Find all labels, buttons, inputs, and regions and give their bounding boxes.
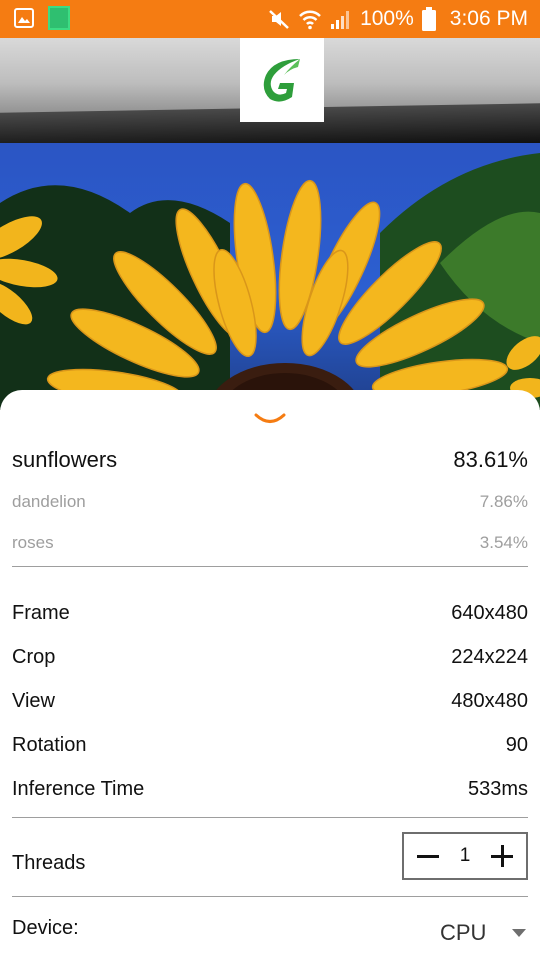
result-row-3: roses 3.54%	[12, 531, 528, 555]
result-row-2: dandelion 7.86%	[12, 490, 528, 514]
info-value: 480x480	[451, 689, 528, 712]
plus-icon[interactable]	[490, 844, 514, 868]
result-value: 3.54%	[479, 533, 528, 552]
mute-icon	[269, 10, 289, 29]
info-label: Rotation	[12, 733, 87, 756]
leaf-g-logo-icon	[263, 59, 300, 102]
info-value: 640x480	[451, 601, 528, 624]
device-dropdown[interactable]: CPU	[440, 918, 530, 948]
chevron-down-icon[interactable]	[254, 412, 286, 426]
device-label: Device:	[12, 917, 79, 939]
top-result-label: sunflowers	[12, 447, 118, 472]
threads-label: Threads	[12, 852, 86, 874]
info-label: Inference Time	[12, 777, 145, 800]
divider	[12, 566, 528, 567]
dropdown-arrow-icon	[512, 929, 526, 937]
info-row-rotation: Rotation 90	[12, 732, 528, 758]
bottom-sheet: sunflowers 83.61% dandelion 7.86% roses …	[0, 390, 540, 960]
result-value: 7.86%	[479, 492, 528, 511]
wifi-icon	[299, 10, 321, 30]
signal-icon	[331, 11, 350, 29]
info-value: 224x224	[451, 645, 528, 668]
sunflower-scene	[0, 143, 540, 410]
top-result-value: 83.61%	[453, 447, 528, 472]
clock: 3:06 PM	[449, 7, 528, 30]
info-row-crop: Crop 224x224	[12, 644, 528, 670]
result-label: roses	[12, 533, 54, 552]
battery-percentage: 100%	[360, 7, 414, 30]
info-label: Crop	[12, 645, 56, 668]
divider	[12, 896, 528, 897]
info-row-frame: Frame 640x480	[12, 600, 528, 626]
battery-icon	[421, 7, 436, 31]
app-notification-icon	[48, 6, 70, 30]
info-value: 90	[505, 733, 528, 756]
threads-value: 1	[459, 845, 471, 866]
result-label: dandelion	[12, 492, 86, 511]
status-bar: 100% 3:06 PM	[0, 0, 540, 38]
info-label: View	[12, 689, 55, 712]
top-result-row: sunflowers 83.61%	[12, 446, 528, 474]
info-label: Frame	[12, 601, 70, 624]
app-logo	[240, 38, 324, 122]
info-row-view: View 480x480	[12, 688, 528, 714]
info-value: 533ms	[467, 777, 528, 800]
minus-icon[interactable]	[416, 844, 440, 868]
divider	[12, 817, 528, 818]
device-selected-value: CPU	[440, 920, 487, 945]
info-row-inference-time: Inference Time 533ms	[12, 776, 528, 802]
threads-stepper[interactable]: 1	[402, 832, 528, 880]
image-notification-icon	[14, 8, 34, 28]
